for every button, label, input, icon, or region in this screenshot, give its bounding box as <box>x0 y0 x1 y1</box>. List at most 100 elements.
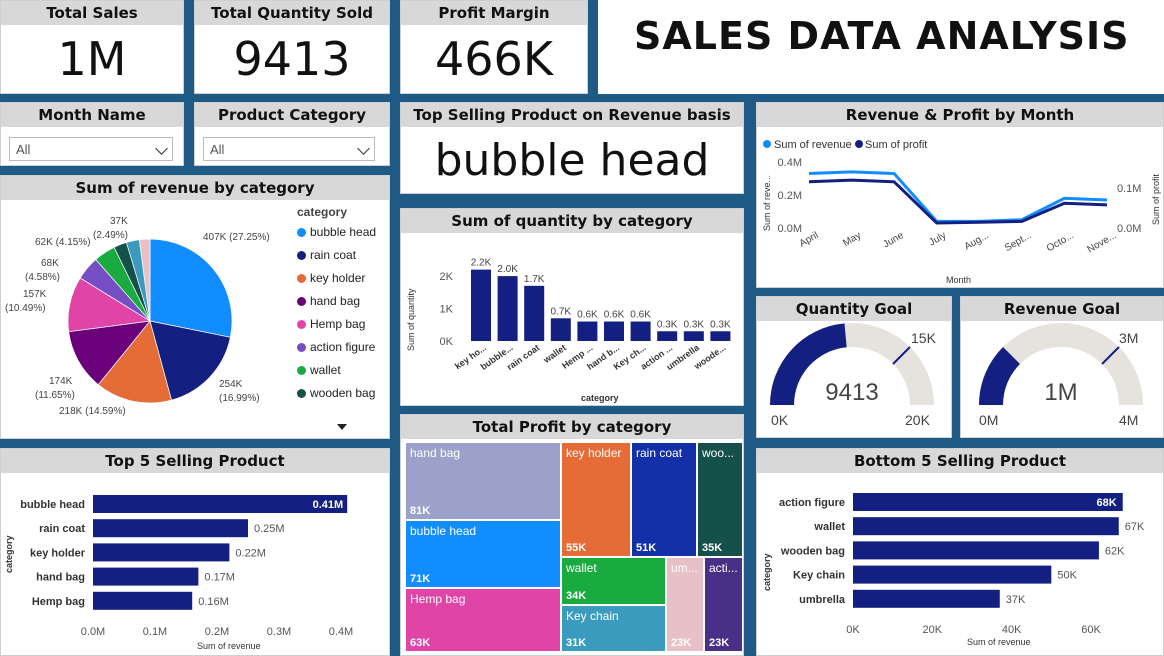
treemap-tile[interactable]: key holder 55K <box>561 442 631 557</box>
category-dropdown[interactable]: All <box>203 137 375 161</box>
kpi-value: 466K <box>435 32 553 86</box>
top-product-value: bubble head <box>434 134 710 186</box>
pie-label: 68K <box>41 258 59 269</box>
bar[interactable] <box>93 567 199 586</box>
data-label: 0.6K <box>630 310 651 321</box>
legend-item[interactable]: wallet <box>297 359 376 382</box>
gauge-target: 15K <box>911 330 937 346</box>
bar[interactable] <box>577 321 598 341</box>
kpi-profit-margin: Profit Margin 466K <box>400 0 588 94</box>
bar[interactable] <box>853 517 1119 536</box>
y-tick: Hemp bag <box>32 596 85 608</box>
x-tick: 0.4M <box>329 626 353 638</box>
bar[interactable] <box>657 331 678 341</box>
pie-label: 62K (4.15%) <box>35 237 91 248</box>
treemap-tile[interactable]: hand bag 81K <box>405 442 561 520</box>
legend-dot <box>297 320 306 330</box>
legend-label: action figure <box>310 340 376 354</box>
bar[interactable] <box>93 591 193 610</box>
month-dropdown[interactable]: All <box>9 137 173 161</box>
pie-legend: category bubble head rain coat key holder h… <box>297 205 376 405</box>
treemap-tile[interactable]: bubble head 71K <box>405 520 561 588</box>
scroll-down-icon[interactable] <box>337 424 347 430</box>
gauge-max: 4M <box>1119 412 1138 428</box>
x-tick: 0K <box>846 624 860 636</box>
bar[interactable] <box>853 565 1052 584</box>
bar[interactable] <box>630 321 651 341</box>
gauge-min: 0K <box>771 412 789 428</box>
y-tick: 2K <box>440 271 454 283</box>
legend-item[interactable]: hand bag <box>297 290 376 313</box>
x-tick: 40K <box>1002 624 1022 636</box>
gauge-title: Revenue Goal <box>961 297 1163 321</box>
revenue-pie-card: Sum of revenue by category 407K (27.25%)… <box>0 175 390 439</box>
treemap-tile[interactable]: um... 23K <box>666 557 704 652</box>
bar[interactable] <box>497 276 518 341</box>
pie-label: (11.65%) <box>35 390 75 401</box>
bar[interactable] <box>524 285 545 341</box>
treemap-tile[interactable]: woo... 35K <box>697 442 743 557</box>
legend-dot <box>297 228 306 238</box>
bar[interactable] <box>93 495 348 513</box>
chevron-down-icon <box>357 142 370 155</box>
treemap-tile[interactable]: rain coat 51K <box>631 442 697 557</box>
legend-item[interactable]: bubble head <box>297 221 376 244</box>
tile-value: 63K <box>410 637 431 649</box>
line-chart-card: Revenue & Profit by Month Sum of revenue… <box>756 102 1164 288</box>
data-label: 0.3K <box>657 319 678 330</box>
top-product-card: Top Selling Product on Revenue basis bub… <box>400 102 744 194</box>
x-tick: Sept... <box>1003 230 1034 254</box>
chart-title: Revenue & Profit by Month <box>757 103 1163 127</box>
bar[interactable] <box>853 493 1123 511</box>
bar[interactable] <box>550 318 571 341</box>
gauge-value: 9413 <box>825 379 878 406</box>
y-tick: action figure <box>779 497 845 509</box>
x-tick: Aug... <box>963 230 991 253</box>
bar[interactable] <box>683 331 704 341</box>
gauge-value: 1M <box>1044 379 1077 406</box>
legend-label: hand bag <box>310 294 361 308</box>
treemap-tile[interactable]: Key chain 31K <box>561 605 666 652</box>
bar[interactable] <box>853 541 1099 560</box>
data-label: 2.0K <box>497 264 518 275</box>
bar[interactable] <box>93 543 230 562</box>
legend-item[interactable]: key holder <box>297 267 376 290</box>
chart-title: Total Profit by category <box>401 415 743 439</box>
data-label: 0.16M <box>198 596 229 608</box>
x-tick: 0.3M <box>267 626 291 638</box>
quantity-gauge: 9413 0K 20K 15K <box>770 323 937 428</box>
legend-dot <box>297 274 306 284</box>
treemap-tile[interactable]: acti... 23K <box>704 557 743 652</box>
y-tick: Key chain <box>793 570 845 582</box>
x-tick: July <box>927 230 948 248</box>
tile-label: hand bag <box>410 446 461 460</box>
x-tick: 0.0M <box>81 626 105 638</box>
bottom5-card: Bottom 5 Selling Product category Sum of… <box>756 448 1164 656</box>
kpi-total-qty: Total Quantity Sold 9413 <box>194 0 390 94</box>
top5-bar-chart: category Sum of revenue bubble head 0.41M… <box>4 495 353 651</box>
tile-label: um... <box>671 561 698 575</box>
tile-label: wallet <box>566 561 597 575</box>
tile-value: 35K <box>702 542 723 554</box>
bar[interactable] <box>853 589 1000 608</box>
treemap-tile[interactable]: wallet 34K <box>561 557 666 605</box>
chart-title: Bottom 5 Selling Product <box>757 449 1163 473</box>
profit-treemap: hand bag 81K bubble head 71K Hemp bag 63K key … <box>405 442 743 652</box>
dashboard-title-card: SALES DATA ANALYSIS <box>598 0 1164 94</box>
chart-title: Top 5 Selling Product <box>1 449 389 473</box>
bar[interactable] <box>710 331 731 341</box>
data-label: 1.7K <box>524 274 545 285</box>
data-label: 0.3K <box>710 319 731 330</box>
bar[interactable] <box>471 269 491 341</box>
pie-slice[interactable] <box>149 238 233 338</box>
legend-item[interactable]: action figure <box>297 336 376 359</box>
series-line[interactable] <box>808 178 1108 225</box>
bar[interactable] <box>93 519 248 538</box>
legend-item[interactable]: rain coat <box>297 244 376 267</box>
legend-item[interactable]: Hemp bag <box>297 313 376 336</box>
bar[interactable] <box>604 321 624 341</box>
data-label: 0.22M <box>235 547 266 559</box>
legend-item[interactable]: wooden bag <box>297 382 376 405</box>
treemap-tile[interactable]: Hemp bag 63K <box>405 588 561 652</box>
top5-card: Top 5 Selling Product category Sum of re… <box>0 448 390 656</box>
